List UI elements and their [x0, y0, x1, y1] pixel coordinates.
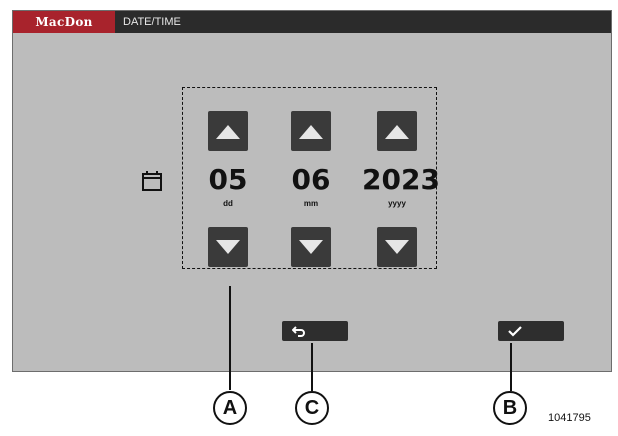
checkmark-icon	[508, 326, 522, 337]
month-value: 06	[291, 163, 331, 196]
year-up-button[interactable]	[377, 111, 417, 151]
day-down-button[interactable]	[208, 227, 248, 267]
month-unit-label: mm	[303, 199, 319, 208]
arrow-down-icon	[385, 240, 409, 254]
year-unit-label: yyyy	[388, 199, 406, 208]
undo-arrow-icon	[292, 326, 305, 337]
callout-a-leader	[229, 286, 231, 390]
month-up-button[interactable]	[291, 111, 331, 151]
calendar-icon	[142, 171, 162, 191]
callout-a: A	[213, 391, 247, 425]
callout-c: C	[295, 391, 329, 425]
title-bar: MacDon DATE/TIME	[13, 11, 611, 33]
confirm-button[interactable]	[498, 321, 564, 341]
day-value: 05	[208, 163, 248, 196]
page-title: DATE/TIME	[123, 16, 181, 28]
year-down-button[interactable]	[377, 227, 417, 267]
back-button[interactable]	[282, 321, 348, 341]
month-down-button[interactable]	[291, 227, 331, 267]
arrow-down-icon	[216, 240, 240, 254]
callout-b-leader	[510, 343, 512, 391]
arrow-up-icon	[216, 125, 240, 139]
year-value: 2023	[362, 163, 440, 196]
callout-b: B	[493, 391, 527, 425]
callout-c-leader	[311, 343, 313, 391]
arrow-up-icon	[385, 125, 409, 139]
day-up-button[interactable]	[208, 111, 248, 151]
arrow-up-icon	[299, 125, 323, 139]
figure-id: 1041795	[548, 412, 591, 424]
macdon-logo: MacDon	[13, 11, 115, 33]
arrow-down-icon	[299, 240, 323, 254]
day-unit-label: dd	[223, 199, 233, 208]
